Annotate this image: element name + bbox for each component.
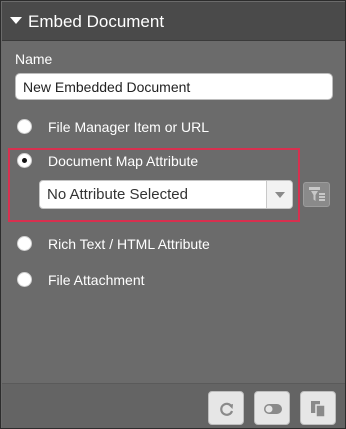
panel-footer (2, 383, 345, 428)
panel-title: Embed Document (28, 12, 165, 31)
panel-header[interactable]: Embed Document (2, 2, 345, 41)
attribute-select-value: No Attribute Selected (47, 186, 188, 203)
name-label: Name (15, 51, 53, 67)
toggle-button[interactable] (254, 391, 290, 425)
radio-file-manager[interactable] (17, 119, 32, 134)
option-label: File Manager Item or URL (48, 119, 210, 135)
collapse-triangle-icon[interactable] (10, 17, 22, 24)
refresh-button[interactable] (208, 391, 244, 425)
copy-icon (311, 401, 326, 418)
radio-rich-text[interactable] (17, 236, 32, 251)
option-label: Rich Text / HTML Attribute (48, 236, 210, 252)
filter-button[interactable] (303, 182, 330, 207)
chevron-down-icon[interactable] (266, 181, 292, 208)
option-label: File Attachment (48, 272, 145, 288)
toggle-icon (264, 404, 282, 414)
filter-icon (309, 187, 325, 201)
refresh-icon (220, 402, 234, 416)
embed-document-panel: Embed Document Name File Manager Item or… (0, 0, 346, 429)
radio-file-attachment[interactable] (17, 272, 32, 287)
copy-button[interactable] (300, 391, 336, 425)
radio-document-map-attribute[interactable] (17, 153, 32, 168)
option-label: Document Map Attribute (48, 153, 199, 169)
attribute-select[interactable]: No Attribute Selected (39, 180, 293, 209)
name-input[interactable] (15, 73, 333, 100)
